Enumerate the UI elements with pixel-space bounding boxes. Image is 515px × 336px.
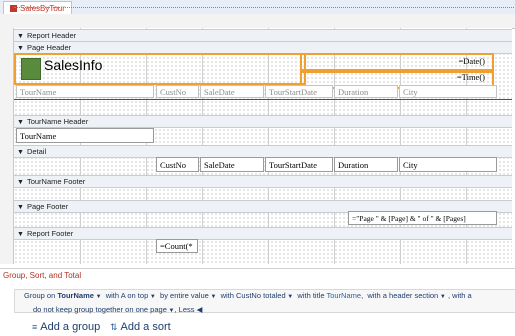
header-label-city[interactable]: City xyxy=(399,85,497,98)
vertical-ruler xyxy=(0,28,14,264)
section-arrow-icon: ▼ xyxy=(17,119,24,126)
title-link[interactable]: TourName xyxy=(326,291,361,300)
add-sort-button[interactable]: ⇅ Add a sort xyxy=(110,320,171,334)
report-logo-image[interactable] xyxy=(21,58,41,80)
section-label: Report Header xyxy=(26,31,77,40)
section-tourname-header[interactable]: ▼ TourName Header xyxy=(14,115,512,128)
group-field-select[interactable]: TourName xyxy=(57,291,94,300)
add-sort-icon: ⇅ xyxy=(110,322,118,332)
dropdown-caret-icon[interactable]: ▼ xyxy=(148,294,156,300)
with-title-label: with title xyxy=(297,291,325,300)
group-level-line1: Group on TourName ▼ with A on top ▼ by e… xyxy=(24,291,472,300)
header-divider-line[interactable] xyxy=(14,99,512,100)
footer-section-select[interactable]: with a xyxy=(452,291,472,300)
section-label: Page Footer xyxy=(26,202,69,211)
dropdown-caret-icon[interactable]: ▼ xyxy=(209,294,216,300)
dropdown-caret-icon[interactable]: ▼ xyxy=(286,294,293,300)
detail-field-duration[interactable]: Duration xyxy=(334,157,398,172)
section-arrow-icon: ▼ xyxy=(17,149,24,156)
group-interval-select[interactable]: by entire value xyxy=(160,291,209,300)
section-label: Page Header xyxy=(26,43,72,52)
detail-field-city[interactable]: City xyxy=(399,157,497,172)
time-expression[interactable]: =Time() xyxy=(440,71,488,84)
section-arrow-icon: ▼ xyxy=(17,179,24,186)
sort-order-select[interactable]: with A on top xyxy=(106,291,149,300)
header-section-select[interactable]: with a header section xyxy=(367,291,438,300)
report-title[interactable]: SalesInfo xyxy=(44,56,102,74)
date-expression[interactable]: =Date() xyxy=(440,55,488,68)
group-sort-total-title: Group, Sort, and Total xyxy=(3,271,82,280)
totals-select[interactable]: with CustNo totaled xyxy=(221,291,286,300)
tourname-field[interactable]: TourName xyxy=(16,128,154,143)
header-label-saledate[interactable]: SaleDate xyxy=(200,85,264,98)
tab-label: SalesByTour xyxy=(20,4,65,13)
section-label: TourName Header xyxy=(26,117,89,126)
add-group-button[interactable]: ≡ Add a group xyxy=(32,320,100,334)
horizontal-ruler xyxy=(0,14,515,29)
section-arrow-icon: ▼ xyxy=(17,231,24,238)
detail-field-tourstartdate[interactable]: TourStartDate xyxy=(265,157,333,172)
header-label-tourname[interactable]: TourName xyxy=(16,85,154,98)
less-link[interactable]: Less xyxy=(179,305,195,314)
detail-field-saledate[interactable]: SaleDate xyxy=(200,157,264,172)
section-label: TourName Footer xyxy=(26,177,86,186)
section-label: Report Footer xyxy=(26,229,74,238)
section-label: Detail xyxy=(26,147,47,156)
ruler-ticks xyxy=(14,7,514,8)
group-level-line2: do not keep group together on one page ▼… xyxy=(33,305,203,314)
count-expression[interactable]: =Count(* xyxy=(156,239,198,253)
section-report-footer[interactable]: ▼ Report Footer xyxy=(14,227,512,240)
section-arrow-icon: ▼ xyxy=(17,204,24,211)
header-label-duration[interactable]: Duration xyxy=(334,85,398,98)
header-label-custno[interactable]: CustNo xyxy=(156,85,199,98)
dropdown-caret-icon[interactable]: ▼ xyxy=(438,294,446,300)
group-on-label: Group on xyxy=(24,291,56,300)
collapse-arrow-icon[interactable]: ◀ xyxy=(195,305,203,314)
detail-field-custno[interactable]: CustNo xyxy=(156,157,199,172)
tab-salesbytour[interactable]: SalesByTour xyxy=(3,1,72,15)
add-sort-label: Add a sort xyxy=(120,321,171,333)
keep-together-select[interactable]: do not keep group together on one page xyxy=(33,305,167,314)
add-group-icon: ≡ xyxy=(32,322,38,332)
header-label-tourstartdate[interactable]: TourStartDate xyxy=(265,85,333,98)
section-tourname-footer[interactable]: ▼ TourName Footer xyxy=(14,175,512,188)
add-group-label: Add a group xyxy=(40,321,101,333)
dropdown-caret-icon[interactable]: ▼ xyxy=(94,294,102,300)
page-number-expression[interactable]: ="Page " & [Page] & " of " & [Pages] xyxy=(348,211,497,225)
